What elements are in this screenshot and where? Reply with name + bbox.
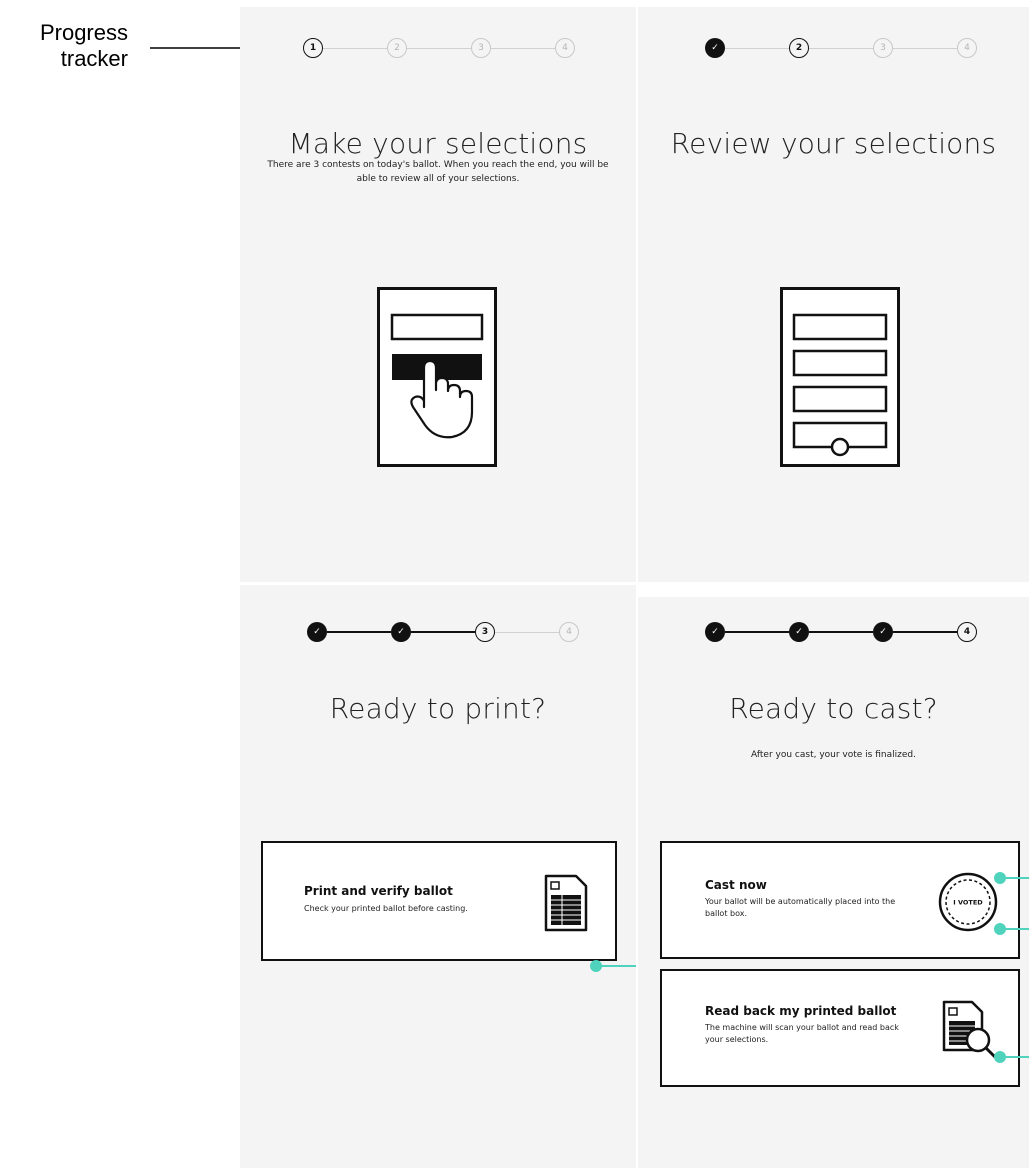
progress-step-3: 3 — [873, 38, 893, 58]
progress-step-1: ✓ — [705, 622, 725, 642]
connector-line — [596, 965, 636, 967]
screen-subtitle: After you cast, your vote is finalized. — [751, 750, 916, 760]
progress-tracker-annotation: Progress tracker — [0, 20, 128, 72]
progress-step-1: ✓ — [307, 622, 327, 642]
progress-step-4: 4 — [957, 38, 977, 58]
ballot-magnifier-icon — [942, 1000, 997, 1059]
option-description: The machine will scan your ballot and re… — [705, 1023, 899, 1044]
i-voted-sticker-icon: I VOTED — [938, 872, 998, 932]
progress-step-3: 3 — [475, 622, 495, 642]
screen-title: Ready to print? — [329, 692, 547, 725]
progress-tracker: ✓ ✓ 3 4 — [307, 622, 579, 642]
progress-step-3: ✓ — [873, 622, 893, 642]
option-title: Read back my printed ballot — [705, 1004, 897, 1018]
connector-line — [1000, 928, 1029, 930]
progress-tracker: 1 2 3 4 — [303, 38, 575, 58]
progress-step-1: 1 — [303, 38, 323, 58]
progress-tracker: ✓ 2 3 4 — [705, 38, 977, 58]
progress-step-4: 4 — [957, 622, 977, 642]
option-title: Print and verify ballot — [304, 884, 453, 898]
progress-step-2: ✓ — [789, 622, 809, 642]
option-title: Cast now — [705, 878, 767, 892]
screen-subtitle: There are 3 contests on today's ballot. … — [267, 160, 609, 184]
progress-step-3: 3 — [471, 38, 491, 58]
progress-step-1: ✓ — [705, 38, 725, 58]
connector-line — [1000, 877, 1029, 879]
screen-title: Review your selections — [670, 127, 997, 160]
touch-ballot-icon — [377, 287, 497, 467]
read-back-ballot-option[interactable]: Read back my printed ballot The machine … — [660, 969, 1020, 1087]
progress-step-2: 2 — [789, 38, 809, 58]
option-description: Your ballot will be automatically placed… — [705, 897, 896, 918]
screen-ready-to-print: ✓ ✓ 3 4 Ready to print? Print and verify… — [240, 585, 636, 1168]
screen-title: Ready to cast? — [729, 692, 938, 725]
sticker-text: I VOTED — [953, 899, 983, 907]
connector-line — [1000, 1056, 1029, 1058]
review-ballot-icon — [780, 287, 900, 467]
option-description: Check your printed ballot before casting… — [304, 904, 468, 913]
printed-ballot-icon — [544, 874, 588, 932]
screen-make-selections: 1 2 3 4 Make your selections There are 3… — [240, 7, 636, 582]
screen-title: Make your selections — [288, 127, 588, 160]
progress-step-4: 4 — [559, 622, 579, 642]
screen-ready-to-cast: ✓ ✓ ✓ 4 Ready to cast? After you cast, y… — [638, 597, 1029, 1168]
progress-step-4: 4 — [555, 38, 575, 58]
print-and-verify-option[interactable]: Print and verify ballot Check your print… — [261, 841, 617, 961]
progress-step-2: ✓ — [391, 622, 411, 642]
annotation-line-1: Progress — [39, 20, 128, 45]
progress-step-2: 2 — [387, 38, 407, 58]
cast-now-option[interactable]: Cast now Your ballot will be automatical… — [660, 841, 1020, 959]
progress-tracker: ✓ ✓ ✓ 4 — [705, 622, 977, 642]
screen-review-selections: ✓ 2 3 4 Review your selections — [638, 7, 1029, 582]
annotation-line-2: tracker — [60, 46, 128, 71]
